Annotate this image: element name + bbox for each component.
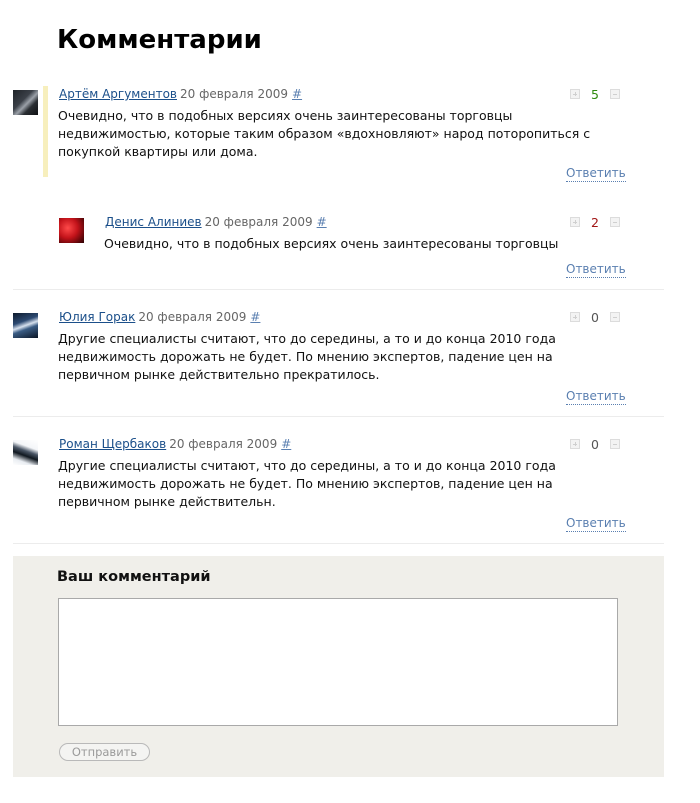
comment-divider (13, 543, 664, 544)
vote-down-icon[interactable] (610, 217, 620, 227)
avatar-blue-car-icon[interactable] (13, 313, 38, 338)
author-link[interactable]: Денис Алиниев (105, 215, 202, 229)
comment-textarea[interactable] (58, 598, 618, 726)
comment-divider (13, 416, 664, 417)
permalink-anchor[interactable]: # (292, 87, 302, 101)
vote-up-icon[interactable] (570, 312, 580, 322)
permalink-anchor[interactable]: # (250, 310, 260, 324)
comment-text: Очевидно, что в подобных версиях очень з… (58, 108, 591, 159)
permalink-anchor[interactable]: # (317, 215, 327, 229)
avatar-white-car-icon[interactable] (13, 440, 38, 465)
reply-link[interactable]: Ответить (566, 165, 626, 182)
rating-count: 0 (591, 437, 599, 452)
comment-date: 20 февраля 2009 (204, 215, 313, 229)
vote-down-icon[interactable] (610, 89, 620, 99)
avatar-dark-car-icon[interactable] (13, 90, 38, 115)
comment-divider (13, 289, 664, 290)
avatar-red-car-icon[interactable] (59, 218, 84, 243)
vote-widget: 0 (570, 310, 620, 326)
comment-text: Другие специалисты считают, что до серед… (58, 458, 556, 509)
rating-count: 0 (591, 310, 599, 325)
form-title: Ваш комментарий (57, 569, 211, 585)
vote-down-icon[interactable] (610, 312, 620, 322)
comment-text: Другие специалисты считают, что до серед… (58, 331, 556, 382)
comment-date: 20 февраля 2009 (179, 87, 288, 101)
comment-date: 20 февраля 2009 (169, 437, 278, 451)
comment-meta: Денис Алиниев 20 февраля 2009 # (105, 214, 327, 230)
submit-button[interactable]: Отправить (59, 743, 150, 761)
reply-link[interactable]: Ответить (566, 515, 626, 532)
comment-meta: Артём Аргументов 20 февраля 2009 # (59, 86, 302, 102)
comment-item: Юлия Горак 20 февраля 2009 # 0 Другие спец… (0, 309, 700, 409)
comment-date: 20 февраля 2009 (138, 310, 247, 324)
vote-down-icon[interactable] (610, 439, 620, 449)
vote-up-icon[interactable] (570, 217, 580, 227)
reply-link[interactable]: Ответить (566, 388, 626, 405)
author-link[interactable]: Артём Аргументов (59, 87, 177, 101)
vote-widget: 0 (570, 437, 620, 453)
author-link[interactable]: Юлия Горак (59, 310, 135, 324)
comment-item: Роман Щербаков 20 февраля 2009 # 0 Другие … (0, 436, 700, 536)
vote-widget: 2 (570, 215, 620, 231)
vote-up-icon[interactable] (570, 439, 580, 449)
comment-meta: Юлия Горак 20 февраля 2009 # (59, 309, 260, 325)
author-link[interactable]: Роман Щербаков (59, 437, 166, 451)
comment-meta: Роман Щербаков 20 февраля 2009 # (59, 436, 291, 452)
page-title: Комментарии (57, 25, 262, 55)
rating-count: 5 (591, 87, 599, 102)
comment-item: Денис Алиниев 20 февраля 2009 # 2 Очевидно… (0, 214, 700, 284)
comment-text: Очевидно, что в подобных версиях очень з… (104, 236, 559, 251)
permalink-anchor[interactable]: # (281, 437, 291, 451)
comment-item: Артём Аргументов 20 февраля 2009 # 5 Очеви… (0, 86, 700, 186)
vote-widget: 5 (570, 87, 620, 103)
highlight-bar (43, 86, 48, 177)
rating-count: 2 (591, 215, 599, 230)
vote-up-icon[interactable] (570, 89, 580, 99)
reply-link[interactable]: Ответить (566, 261, 626, 278)
comment-form: Ваш комментарий Отправить (13, 556, 664, 777)
